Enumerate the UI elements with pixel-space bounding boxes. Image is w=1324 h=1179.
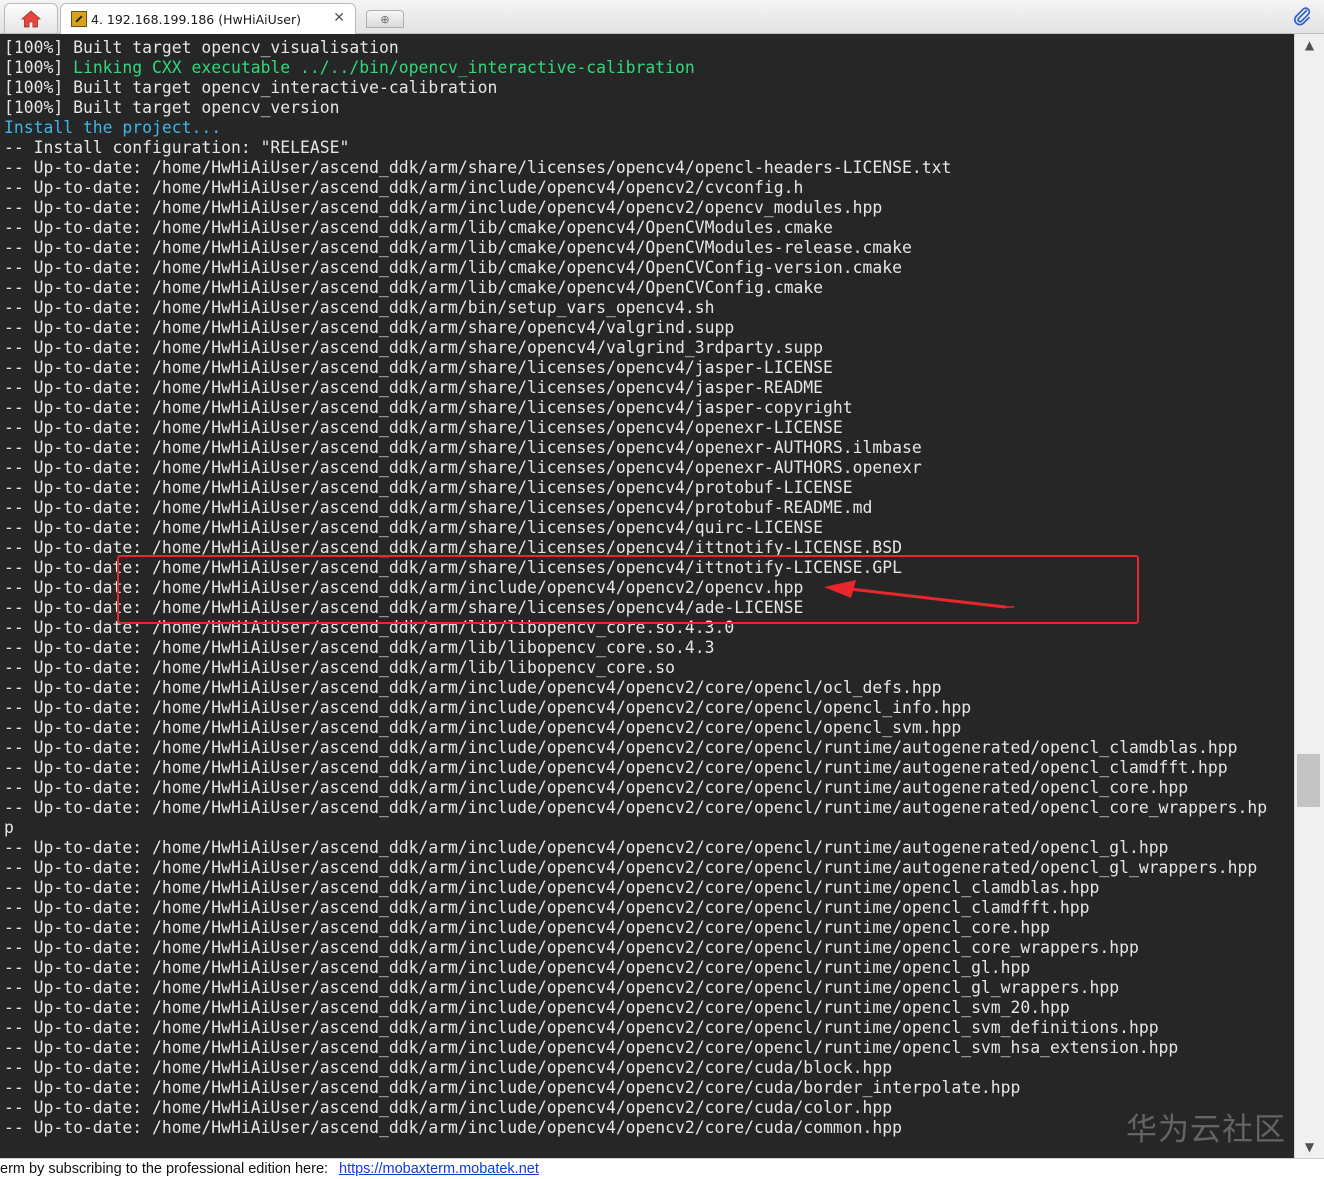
terminal-line: -- Up-to-date: /home/HwHiAiUser/ascend_d… <box>4 638 715 657</box>
terminal-line: -- Up-to-date: /home/HwHiAiUser/ascend_d… <box>4 518 824 537</box>
terminal-line: -- Up-to-date: /home/HwHiAiUser/ascend_d… <box>4 218 833 237</box>
terminal-line: -- Up-to-date: /home/HwHiAiUser/ascend_d… <box>4 258 902 277</box>
terminal-line: -- Up-to-date: /home/HwHiAiUser/ascend_d… <box>4 838 1169 857</box>
terminal-line: [100%] Built target opencv_visualisation <box>4 38 399 57</box>
terminal-line: -- Up-to-date: /home/HwHiAiUser/ascend_d… <box>4 938 1139 957</box>
terminal-line: -- Up-to-date: /home/HwHiAiUser/ascend_d… <box>4 878 1100 897</box>
terminal-line: -- Up-to-date: /home/HwHiAiUser/ascend_d… <box>4 318 735 337</box>
scroll-down-arrow-icon[interactable]: ▼ <box>1295 1136 1324 1158</box>
terminal-line: -- Up-to-date: /home/HwHiAiUser/ascend_d… <box>4 498 873 517</box>
mobaxterm-window: 4. 192.168.199.186 (HwHiAiUser) ✕ ⊕ [100… <box>0 0 1324 1179</box>
terminal-line: -- Up-to-date: /home/HwHiAiUser/ascend_d… <box>4 418 843 437</box>
new-tab-button[interactable]: ⊕ <box>366 10 404 28</box>
home-icon <box>21 9 41 27</box>
terminal-lines: [100%] Built target opencv_visualisation… <box>4 38 1267 1138</box>
terminal-line: [100%] Built target opencv_interactive-c… <box>4 78 498 97</box>
terminal-line: -- Up-to-date: /home/HwHiAiUser/ascend_d… <box>4 278 824 297</box>
terminal-line: [100%] Linking CXX executable ../../bin/… <box>4 58 1267 78</box>
terminal-line: -- Up-to-date: /home/HwHiAiUser/ascend_d… <box>4 578 804 597</box>
terminal-line: -- Up-to-date: /home/HwHiAiUser/ascend_d… <box>4 558 902 577</box>
paperclip-icon[interactable] <box>1292 6 1312 26</box>
tab-bar: 4. 192.168.199.186 (HwHiAiUser) ✕ ⊕ <box>0 0 1324 34</box>
terminal-line: -- Up-to-date: /home/HwHiAiUser/ascend_d… <box>4 758 1228 777</box>
terminal-line: -- Up-to-date: /home/HwHiAiUser/ascend_d… <box>4 738 1238 757</box>
terminal-line: -- Up-to-date: /home/HwHiAiUser/ascend_d… <box>4 1018 1159 1037</box>
tab-session[interactable]: 4. 192.168.199.186 (HwHiAiUser) ✕ <box>60 3 356 34</box>
terminal-line: -- Up-to-date: /home/HwHiAiUser/ascend_d… <box>4 1078 1021 1097</box>
terminal-line: -- Up-to-date: /home/HwHiAiUser/ascend_d… <box>4 598 804 617</box>
watermark: 华为云社区 <box>1126 1112 1286 1148</box>
terminal-line: -- Up-to-date: /home/HwHiAiUser/ascend_d… <box>4 398 853 417</box>
terminal-line: -- Up-to-date: /home/HwHiAiUser/ascend_d… <box>4 658 676 677</box>
terminal-line-prefix: [100%] <box>4 58 74 77</box>
terminal-line: -- Up-to-date: /home/HwHiAiUser/ascend_d… <box>4 718 962 737</box>
home-tab[interactable] <box>4 3 58 33</box>
terminal-line: -- Up-to-date: /home/HwHiAiUser/ascend_d… <box>4 458 922 477</box>
status-message: erm by subscribing to the professional e… <box>0 1161 329 1177</box>
terminal-line: -- Up-to-date: /home/HwHiAiUser/ascend_d… <box>4 1118 902 1137</box>
terminal-line: -- Up-to-date: /home/HwHiAiUser/ascend_d… <box>4 538 902 557</box>
terminal-line: -- Up-to-date: /home/HwHiAiUser/ascend_d… <box>4 978 1120 997</box>
terminal-line: -- Up-to-date: /home/HwHiAiUser/ascend_d… <box>4 378 824 397</box>
terminal-line: -- Up-to-date: /home/HwHiAiUser/ascend_d… <box>4 158 952 177</box>
terminal-line: -- Up-to-date: /home/HwHiAiUser/ascend_d… <box>4 1098 893 1117</box>
terminal-line: -- Install configuration: "RELEASE" <box>4 138 350 157</box>
terminal-line-text: Linking CXX executable ../../bin/opencv_… <box>73 58 695 77</box>
terminal-line: -- Up-to-date: /home/HwHiAiUser/ascend_d… <box>4 898 1090 917</box>
status-bar: erm by subscribing to the professional e… <box>0 1158 1324 1179</box>
terminal-line: -- Up-to-date: /home/HwHiAiUser/ascend_d… <box>4 678 942 697</box>
terminal-line: Install the project... <box>4 118 222 137</box>
terminal-line: -- Up-to-date: /home/HwHiAiUser/ascend_d… <box>4 478 853 497</box>
terminal-line: -- Up-to-date: /home/HwHiAiUser/ascend_d… <box>4 618 735 637</box>
scroll-up-arrow-icon[interactable]: ▲ <box>1295 34 1324 56</box>
close-tab-icon[interactable]: ✕ <box>333 10 345 26</box>
terminal-line: [100%] Built target opencv_version <box>4 98 340 117</box>
terminal-line: -- Up-to-date: /home/HwHiAiUser/ascend_d… <box>4 1038 1179 1057</box>
terminal-line: -- Up-to-date: /home/HwHiAiUser/ascend_d… <box>4 998 1070 1017</box>
terminal-line: -- Up-to-date: /home/HwHiAiUser/ascend_d… <box>4 918 1051 937</box>
terminal-line: -- Up-to-date: /home/HwHiAiUser/ascend_d… <box>4 698 972 717</box>
terminal-line: -- Up-to-date: /home/HwHiAiUser/ascend_d… <box>4 778 1189 797</box>
terminal-output[interactable]: [100%] Built target opencv_visualisation… <box>0 34 1294 1158</box>
session-tab-title: 4. 192.168.199.186 (HwHiAiUser) <box>91 11 301 27</box>
terminal-line: -- Up-to-date: /home/HwHiAiUser/ascend_d… <box>4 178 804 197</box>
status-link[interactable]: https://mobaxterm.mobatek.net <box>339 1159 539 1179</box>
vertical-scrollbar[interactable]: ▲ ▼ <box>1294 34 1324 1158</box>
terminal-line: -- Up-to-date: /home/HwHiAiUser/ascend_d… <box>4 858 1258 877</box>
terminal-line: -- Up-to-date: /home/HwHiAiUser/ascend_d… <box>4 238 912 257</box>
scroll-thumb[interactable] <box>1297 754 1320 807</box>
terminal-line: -- Up-to-date: /home/HwHiAiUser/ascend_d… <box>4 438 922 457</box>
ssh-session-icon <box>71 11 87 27</box>
terminal-line: -- Up-to-date: /home/HwHiAiUser/ascend_d… <box>4 358 833 377</box>
terminal-line: p <box>4 818 14 837</box>
terminal-line: -- Up-to-date: /home/HwHiAiUser/ascend_d… <box>4 958 1031 977</box>
terminal-line: -- Up-to-date: /home/HwHiAiUser/ascend_d… <box>4 298 715 317</box>
terminal-line: -- Up-to-date: /home/HwHiAiUser/ascend_d… <box>4 338 824 357</box>
terminal-line: -- Up-to-date: /home/HwHiAiUser/ascend_d… <box>4 1058 893 1077</box>
terminal-line: -- Up-to-date: /home/HwHiAiUser/ascend_d… <box>4 198 883 217</box>
terminal-line: -- Up-to-date: /home/HwHiAiUser/ascend_d… <box>4 798 1268 817</box>
